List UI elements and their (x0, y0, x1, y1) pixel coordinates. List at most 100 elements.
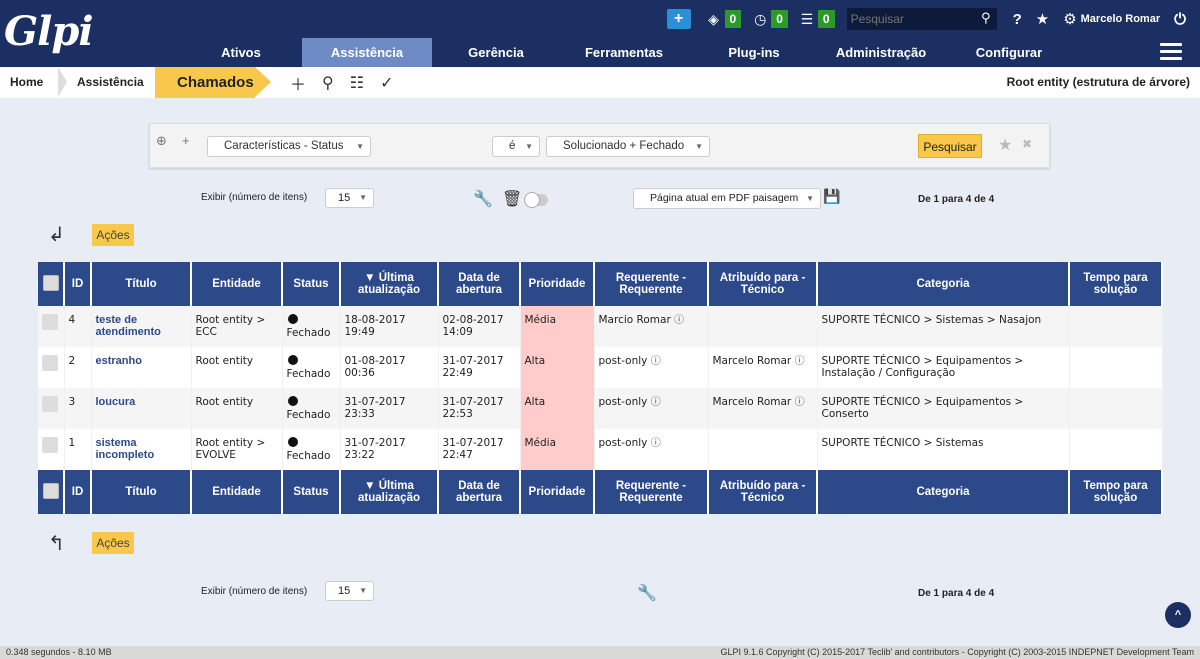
list-view-icon[interactable]: ☷ (350, 73, 364, 93)
assigned-name[interactable]: Marcelo Romar (713, 355, 792, 367)
nav-item-plugins[interactable]: Plug-ins (712, 38, 796, 67)
menu-icon[interactable] (1160, 43, 1182, 61)
row-checkbox[interactable] (42, 396, 58, 412)
per-page-select-top[interactable]: 15 ▼ (325, 188, 374, 208)
col-footer-atribuido[interactable]: Atribuído para - Técnico (708, 470, 818, 514)
row-select-cell[interactable] (38, 388, 65, 429)
trash-icon[interactable]: 🗑 (502, 189, 522, 209)
gear-icon[interactable]: ⚙ (1063, 10, 1076, 28)
col-header-entidade[interactable]: Entidade (191, 262, 283, 306)
requester-name[interactable]: post-only (599, 396, 648, 408)
col-footer-titulo[interactable]: Título (91, 470, 192, 514)
ticket-icon[interactable]: ◈ (705, 11, 723, 28)
breadcrumb-assistencia[interactable]: Assistência (77, 67, 144, 98)
col-header-id[interactable]: ID (64, 262, 92, 306)
col-footer-ultima-atualizacao[interactable]: ▼ Última atualização (340, 470, 439, 514)
user-menu[interactable]: Marcelo Romar (1081, 13, 1160, 25)
star-icon[interactable]: ★ (1036, 10, 1049, 28)
search-button[interactable]: Pesquisar (918, 134, 982, 158)
nav-item-assistencia[interactable]: Assistência (302, 38, 432, 67)
info-icon[interactable]: ⓘ (674, 315, 684, 326)
timer-count[interactable]: 0 (771, 10, 788, 28)
info-icon[interactable]: ⓘ (795, 356, 805, 367)
timer-icon[interactable]: ◷ (751, 11, 769, 28)
help-icon[interactable]: ? (1013, 11, 1022, 28)
ticket-link[interactable]: estranho (96, 355, 142, 367)
col-footer-data-abertura[interactable]: Data de abertura (438, 470, 521, 514)
search-icon[interactable]: ⚲ (981, 10, 991, 26)
create-ticket-button[interactable]: + (666, 9, 691, 29)
footer-copyright[interactable]: GLPI 9.1.6 Copyright (C) 2015-2017 Tecli… (721, 646, 1194, 659)
scroll-to-top-button[interactable]: ^ (1165, 602, 1191, 628)
trash-toggle[interactable] (524, 192, 548, 208)
col-footer-tempo-solucao[interactable]: Tempo para solução (1069, 470, 1163, 514)
col-footer-categoria[interactable]: Categoria (817, 470, 1070, 514)
breadcrumb-home[interactable]: Home (10, 67, 43, 98)
tickets-count[interactable]: 0 (724, 10, 742, 28)
col-header-titulo[interactable]: Título (91, 262, 192, 306)
col-header-requerente[interactable]: Requerente - Requerente (594, 262, 709, 306)
row-select-cell[interactable] (38, 347, 65, 388)
col-header-data-abertura[interactable]: Data de abertura (438, 262, 521, 306)
info-icon[interactable]: ⓘ (651, 397, 661, 408)
add-icon[interactable]: ＋ (290, 71, 306, 95)
table-row[interactable]: 1 sistema incompleto Root entity > EVOLV… (38, 429, 1163, 470)
row-checkbox[interactable] (42, 437, 58, 453)
col-header-atribuido[interactable]: Atribuído para - Técnico (708, 262, 818, 306)
table-row[interactable]: 4 teste de atendimento Root entity > ECC… (38, 306, 1163, 347)
criteria-field-select[interactable]: Características - Status ▼ (207, 136, 371, 157)
requester-name[interactable]: Marcio Romar (599, 314, 671, 326)
select-all-header[interactable] (38, 262, 65, 306)
row-checkbox[interactable] (42, 314, 58, 330)
select-all-footer[interactable] (38, 470, 65, 514)
table-row[interactable]: 2 estranho Root entity Fechado 01-08-201… (38, 347, 1163, 388)
requester-name[interactable]: post-only (599, 355, 648, 367)
requester-name[interactable]: post-only (599, 437, 648, 449)
criteria-value-select[interactable]: Solucionado + Fechado ▼ (546, 136, 710, 157)
list-icon[interactable]: ☰ (798, 11, 816, 28)
select-all-checkbox[interactable] (42, 274, 59, 291)
check-icon[interactable]: ✓ (380, 73, 393, 93)
nav-item-configurar[interactable]: Configurar (962, 38, 1056, 67)
breadcrumb-chamados[interactable]: Chamados (155, 67, 255, 98)
add-meta-criterion-icon[interactable]: ⊕ (156, 133, 167, 149)
info-icon[interactable]: ⓘ (651, 438, 661, 449)
app-logo[interactable]: Glpi (4, 6, 94, 58)
ticket-link[interactable]: sistema incompleto (96, 437, 155, 461)
nav-item-ativos[interactable]: Ativos (196, 38, 286, 67)
row-select-cell[interactable] (38, 429, 65, 470)
save-search-star-icon[interactable]: ★ (998, 135, 1012, 155)
criteria-operator-select[interactable]: é ▼ (492, 136, 540, 157)
ticket-link[interactable]: loucura (96, 396, 136, 408)
col-header-ultima-atualizacao[interactable]: ▼ Última atualização (340, 262, 439, 306)
save-export-icon[interactable]: 💾 (823, 188, 840, 205)
ticket-link[interactable]: teste de atendimento (96, 314, 161, 338)
col-footer-status[interactable]: Status (282, 470, 341, 514)
col-header-prioridade[interactable]: Prioridade (520, 262, 595, 306)
actions-button-top[interactable]: Ações (92, 224, 134, 246)
row-checkbox[interactable] (42, 355, 58, 371)
col-footer-id[interactable]: ID (64, 470, 92, 514)
per-page-select-bottom[interactable]: 15 ▼ (325, 581, 374, 601)
info-icon[interactable]: ⓘ (651, 356, 661, 367)
reset-icon[interactable]: ✖ (1022, 137, 1032, 151)
wrench-icon[interactable]: 🔧 (473, 189, 493, 209)
assigned-name[interactable]: Marcelo Romar (713, 396, 792, 408)
entity-selector[interactable]: Root entity (estrutura de árvore) (1007, 67, 1190, 98)
reminders-count[interactable]: 0 (817, 10, 835, 28)
nav-item-administracao[interactable]: Administração (822, 38, 940, 67)
col-header-tempo-solucao[interactable]: Tempo para solução (1069, 262, 1163, 306)
nav-item-gerencia[interactable]: Gerência (450, 38, 542, 67)
select-all-checkbox[interactable] (42, 482, 59, 499)
power-icon[interactable]: ⏻ (1174, 11, 1186, 28)
wrench-icon[interactable]: 🔧 (637, 583, 657, 603)
col-header-status[interactable]: Status (282, 262, 341, 306)
col-footer-entidade[interactable]: Entidade (191, 470, 283, 514)
global-search-input[interactable] (846, 8, 997, 30)
col-header-categoria[interactable]: Categoria (817, 262, 1070, 306)
table-row[interactable]: 3 loucura Root entity Fechado 31-07-2017… (38, 388, 1163, 429)
search-icon[interactable]: ⚲ (322, 73, 334, 93)
row-select-cell[interactable] (38, 306, 65, 347)
col-footer-requerente[interactable]: Requerente - Requerente (594, 470, 709, 514)
nav-item-ferramentas[interactable]: Ferramentas (568, 38, 680, 67)
